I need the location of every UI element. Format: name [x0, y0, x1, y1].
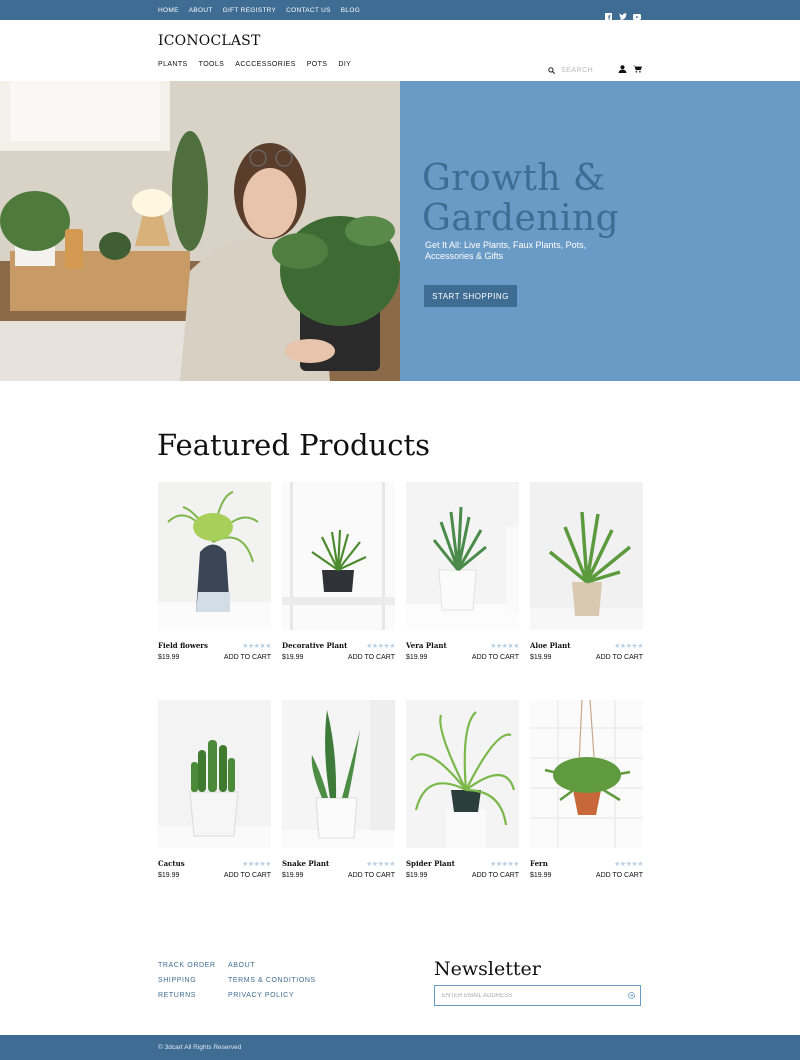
hero-title: Growth & Gardening — [422, 159, 619, 239]
product-name[interactable]: Spider Plant — [406, 859, 455, 868]
product-grid: Field flowers ★★★★★ $19.99 ADD TO CART D… — [158, 482, 643, 900]
rating-stars: ★★★★★ — [242, 643, 271, 650]
product-image[interactable] — [282, 482, 395, 630]
product-name[interactable]: Aloe Plant — [530, 641, 570, 650]
footer-privacy-link[interactable]: PRIVACY POLICY — [228, 992, 316, 999]
cart-icon[interactable] — [633, 60, 642, 78]
nav-tools[interactable]: TOOLS — [199, 61, 225, 68]
product-name[interactable]: Cactus — [158, 859, 185, 868]
facebook-icon[interactable] — [605, 7, 613, 20]
product-image[interactable] — [282, 700, 395, 848]
featured-title: Featured Products — [157, 428, 430, 462]
hero-panel: Growth & Gardening Get It All: Live Plan… — [400, 81, 800, 381]
nav-plants[interactable]: PLANTS — [158, 61, 188, 68]
add-to-cart-link[interactable]: ADD TO CART — [224, 872, 271, 879]
topnav-blog-link[interactable]: BLOG — [341, 7, 360, 14]
product-price: $19.99 — [406, 654, 428, 661]
product-price: $19.99 — [406, 872, 428, 879]
nav-pots[interactable]: POTS — [307, 61, 328, 68]
footer-about-link[interactable]: ABOUT — [228, 962, 316, 969]
newsletter-form — [434, 985, 641, 1006]
add-to-cart-link[interactable]: ADD TO CART — [472, 872, 519, 879]
product-name[interactable]: Fern — [530, 859, 548, 868]
add-to-cart-link[interactable]: ADD TO CART — [472, 654, 519, 661]
product-name[interactable]: Vera Plant — [406, 641, 447, 650]
product-image[interactable] — [406, 700, 519, 848]
search-bar — [548, 61, 617, 79]
youtube-icon[interactable] — [633, 7, 641, 20]
footer-bar: © 3dcart All Rights Reserved — [0, 1035, 800, 1060]
rating-stars: ★★★★★ — [490, 643, 519, 650]
topnav-about-link[interactable]: ABOUT — [189, 7, 213, 14]
product-card[interactable]: Spider Plant ★★★★★ $19.99 ADD TO CART — [406, 700, 519, 900]
top-bar: HOME ABOUT GIFT REGISTRY CONTACT US BLOG — [0, 0, 800, 20]
rating-stars: ★★★★★ — [490, 861, 519, 868]
product-price: $19.99 — [530, 654, 552, 661]
brand-logo[interactable]: ICONOCLAST — [158, 33, 261, 49]
product-image[interactable] — [158, 482, 271, 630]
add-to-cart-link[interactable]: ADD TO CART — [348, 654, 395, 661]
topnav-gift-registry-link[interactable]: GIFT REGISTRY — [223, 7, 277, 14]
product-card[interactable]: Field flowers ★★★★★ $19.99 ADD TO CART — [158, 482, 271, 682]
product-card[interactable]: Snake Plant ★★★★★ $19.99 ADD TO CART — [282, 700, 395, 900]
product-image[interactable] — [530, 482, 643, 630]
footer-track-order-link[interactable]: TRACK ORDER — [158, 962, 216, 969]
nav-diy[interactable]: DIY — [338, 61, 351, 68]
product-price: $19.99 — [158, 872, 180, 879]
copyright-text: © 3dcart All Rights Reserved — [158, 1044, 242, 1051]
topnav-home-link[interactable]: HOME — [158, 7, 179, 14]
nav-accessories[interactable]: ACCCESSORIES — [235, 61, 295, 68]
rating-stars: ★★★★★ — [614, 643, 643, 650]
add-to-cart-link[interactable]: ADD TO CART — [596, 654, 643, 661]
footer-returns-link[interactable]: RETURNS — [158, 992, 216, 999]
rating-stars: ★★★★★ — [242, 861, 271, 868]
social-links — [605, 0, 641, 20]
product-image[interactable] — [158, 700, 271, 848]
product-price: $19.99 — [282, 654, 304, 661]
footer-links-col1: TRACK ORDER SHIPPING RETURNS — [158, 962, 216, 999]
product-name[interactable]: Decorative Plant — [282, 641, 347, 650]
footer-terms-link[interactable]: TERMS & CONDITIONS — [228, 977, 316, 984]
user-icon[interactable] — [618, 60, 627, 78]
product-card[interactable]: Vera Plant ★★★★★ $19.99 ADD TO CART — [406, 482, 519, 682]
search-icon[interactable] — [548, 61, 555, 79]
product-price: $19.99 — [530, 872, 552, 879]
hero-title-line1: Growth & — [422, 158, 606, 199]
product-name[interactable]: Field flowers — [158, 641, 208, 650]
add-to-cart-link[interactable]: ADD TO CART — [596, 872, 643, 879]
newsletter-email-input[interactable] — [442, 992, 622, 999]
rating-stars: ★★★★★ — [614, 861, 643, 868]
product-price: $19.99 — [158, 654, 180, 661]
main-nav: PLANTS TOOLS ACCCESSORIES POTS DIY — [158, 61, 351, 68]
product-card[interactable]: Aloe Plant ★★★★★ $19.99 ADD TO CART — [530, 482, 643, 682]
topnav-contact-link[interactable]: CONTACT US — [286, 7, 331, 14]
rating-stars: ★★★★★ — [366, 643, 395, 650]
hero-title-line2: Gardening — [422, 198, 620, 239]
footer-shipping-link[interactable]: SHIPPING — [158, 977, 216, 984]
product-card[interactable]: Fern ★★★★★ $19.99 ADD TO CART — [530, 700, 643, 900]
twitter-icon[interactable] — [619, 7, 627, 20]
product-card[interactable]: Cactus ★★★★★ $19.99 ADD TO CART — [158, 700, 271, 900]
rating-stars: ★★★★★ — [366, 861, 395, 868]
footer-links-col2: ABOUT TERMS & CONDITIONS PRIVACY POLICY — [228, 962, 316, 999]
product-image[interactable] — [406, 482, 519, 630]
product-image[interactable] — [530, 700, 643, 848]
top-nav: HOME ABOUT GIFT REGISTRY CONTACT US BLOG — [158, 0, 360, 20]
hero-image — [0, 81, 400, 381]
product-price: $19.99 — [282, 872, 304, 879]
start-shopping-button[interactable]: START SHOPPING — [424, 285, 517, 307]
submit-arrow-icon[interactable] — [622, 986, 640, 1005]
newsletter-title: Newsletter — [434, 958, 541, 980]
hero-subtitle: Get It All: Live Plants, Faux Plants, Po… — [425, 240, 587, 261]
search-input[interactable] — [561, 66, 617, 74]
product-name[interactable]: Snake Plant — [282, 859, 329, 868]
add-to-cart-link[interactable]: ADD TO CART — [224, 654, 271, 661]
add-to-cart-link[interactable]: ADD TO CART — [348, 872, 395, 879]
header-icons — [618, 60, 642, 78]
product-card[interactable]: Decorative Plant ★★★★★ $19.99 ADD TO CAR… — [282, 482, 395, 682]
